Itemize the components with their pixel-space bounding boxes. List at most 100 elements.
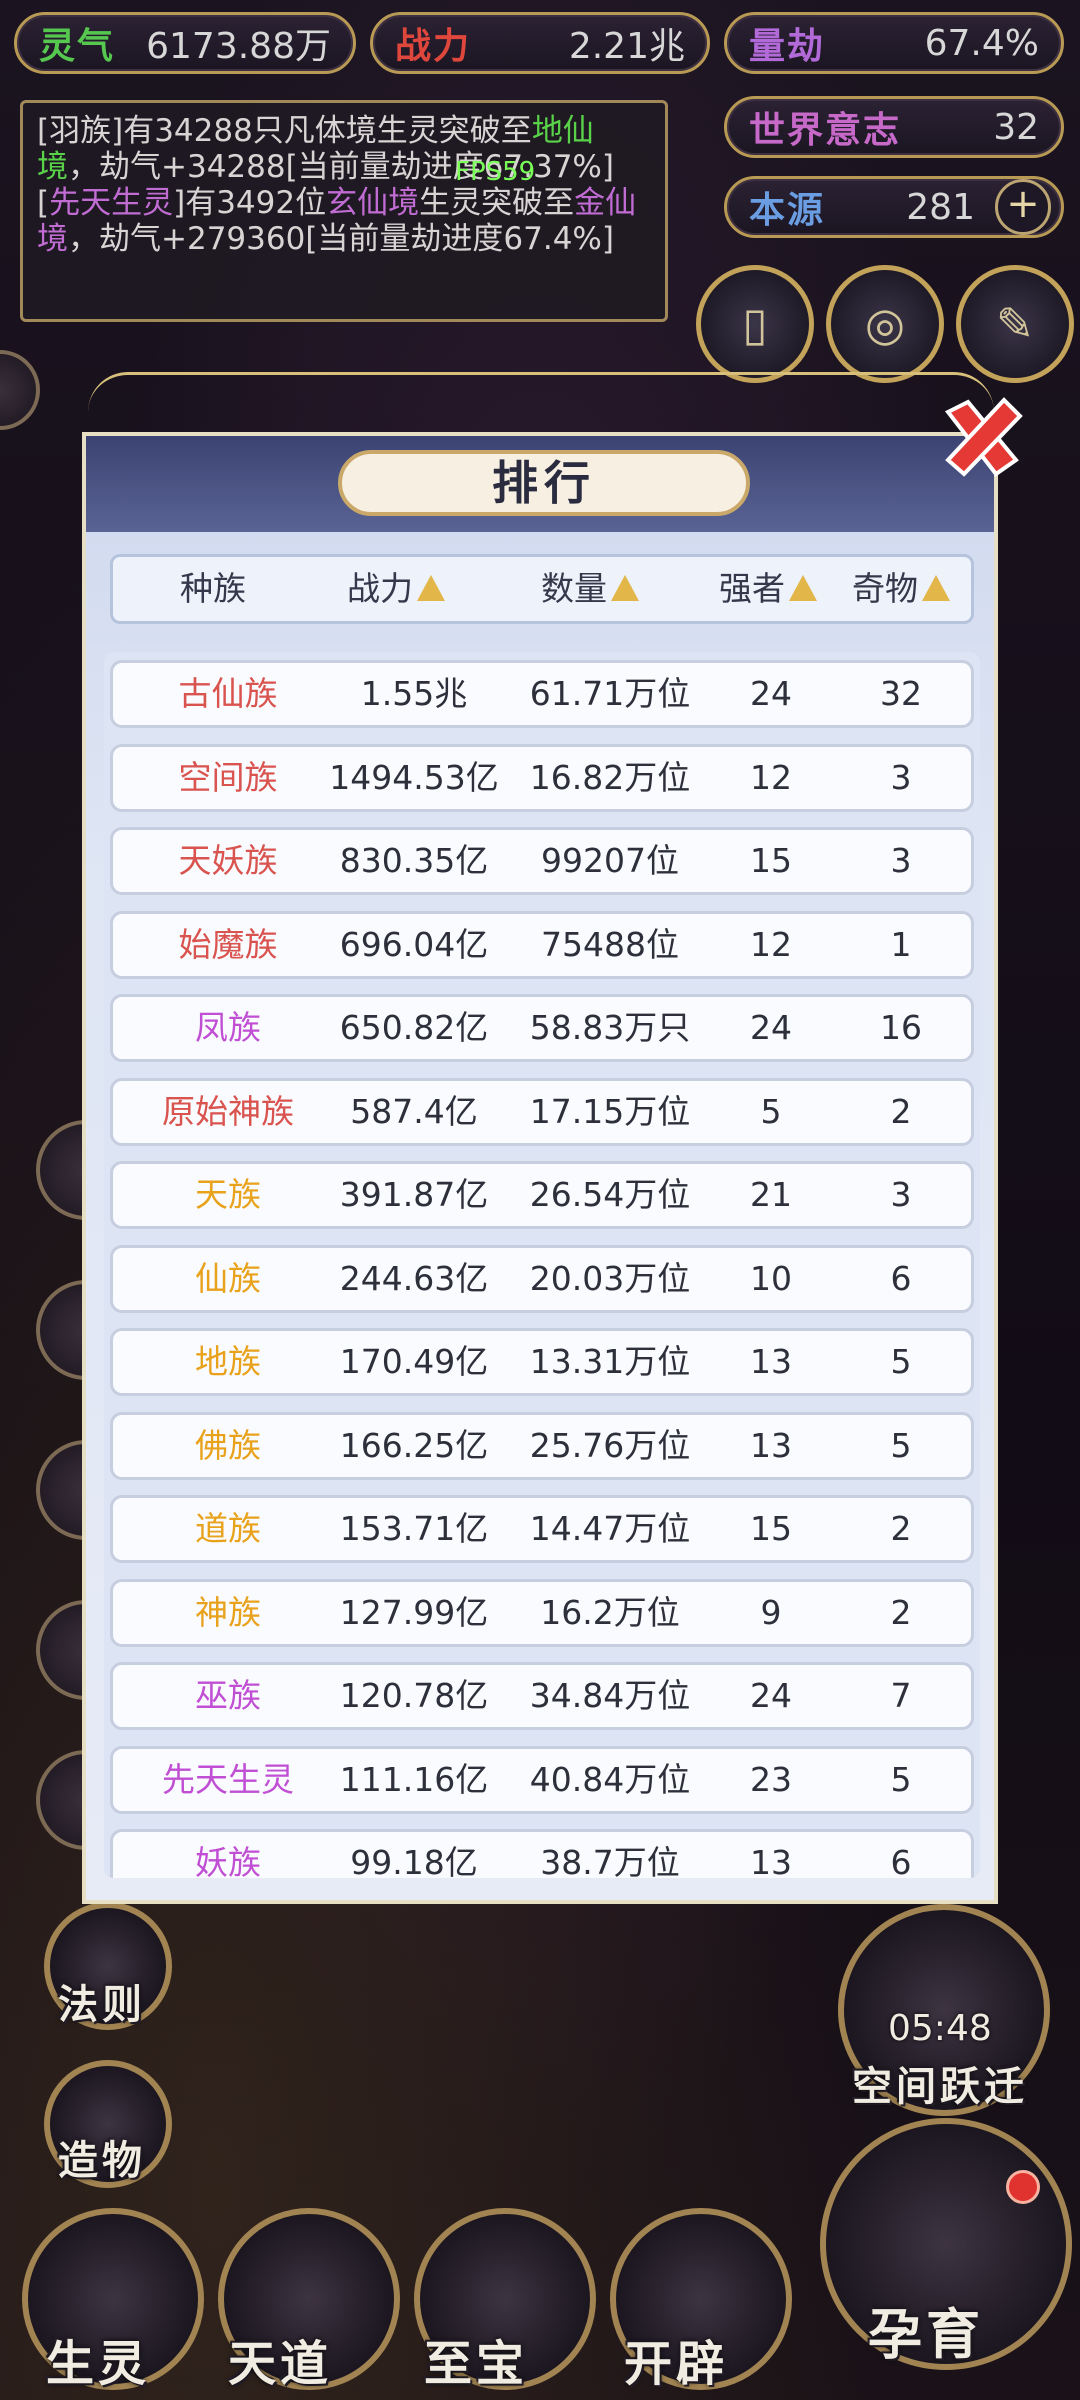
- world-will-bar: 世界意志 32: [724, 96, 1064, 158]
- col-count-header[interactable]: 数量: [525, 557, 655, 621]
- treasure-cell: 2: [890, 1509, 912, 1548]
- treasure-cell: 6: [890, 1843, 912, 1878]
- power-cell: 111.16亿: [339, 1759, 489, 1799]
- treasure-cell: 5: [890, 1425, 912, 1465]
- race-cell: 佛族: [195, 1425, 261, 1465]
- race-cell: 巫族: [195, 1676, 261, 1715]
- power-cell: 170.49亿: [339, 1342, 489, 1381]
- origin-value: 281: [906, 186, 975, 228]
- power-cell: 650.82亿: [339, 1008, 489, 1047]
- col-power-header[interactable]: 战力: [331, 557, 461, 621]
- treasure-cell: 3: [890, 841, 912, 880]
- table-row[interactable]: 先天生灵 111.16亿 40.84万位 23 5: [110, 1745, 974, 1814]
- count-cell: 17.15万位: [529, 1091, 691, 1131]
- table-row[interactable]: 古仙族 1.55兆 61.71万位 24 32: [110, 660, 974, 728]
- law-label: 法则: [58, 1982, 146, 2028]
- vortex-button[interactable]: ◎: [826, 265, 944, 383]
- sort-arrow-icon: [789, 574, 817, 601]
- ranking-list[interactable]: 古仙族 1.55兆 61.71万位 24 32 空间族 1494.53亿 16.82万位 12 3…: [104, 652, 980, 1878]
- add-origin-button[interactable]: +: [995, 179, 1051, 235]
- strong-cell: 12: [750, 757, 792, 797]
- treasure-cell: 3: [890, 757, 912, 797]
- count-cell: 40.84万位: [529, 1759, 691, 1799]
- origin-bar: 本源 281 +: [724, 176, 1064, 238]
- col-treasure-header[interactable]: 奇物: [841, 557, 961, 621]
- log-highlight: 先天生灵: [49, 185, 174, 221]
- table-row[interactable]: 佛族 166.25亿 25.76万位 13 5: [110, 1411, 974, 1480]
- table-row[interactable]: 道族 153.71亿 14.47万位 15 2: [110, 1495, 974, 1563]
- table-row[interactable]: 凤族 650.82亿 58.83万只 24 16: [110, 994, 974, 1062]
- log-text: [: [37, 185, 50, 221]
- strong-cell: 24: [750, 674, 792, 713]
- table-row[interactable]: 妖族 99.18亿 38.7万位 13 6: [110, 1829, 974, 1878]
- strong-cell: 21: [750, 1175, 792, 1214]
- treasure-cell: 2: [890, 1592, 912, 1632]
- sort-arrow-icon: [417, 574, 445, 601]
- race-cell: 凤族: [195, 1008, 261, 1047]
- race-cell: 地族: [195, 1342, 261, 1381]
- vortex-icon: ◎: [864, 297, 906, 351]
- calamity-value: 67.4%: [924, 22, 1039, 64]
- table-row[interactable]: 空间族 1494.53亿 16.82万位 12 3: [110, 743, 974, 812]
- col-strong-label: 强者: [719, 569, 785, 608]
- nav-open-label: 开辟: [624, 2336, 729, 2392]
- spirit-qi-bar: 灵气 6173.88万: [14, 12, 356, 74]
- close-button[interactable]: [934, 390, 1030, 486]
- table-row[interactable]: 始魔族 696.04亿 75488位 12 1: [110, 910, 974, 979]
- count-cell: 14.47万位: [529, 1509, 691, 1548]
- card-button[interactable]: ▯: [696, 265, 814, 383]
- table-row[interactable]: 巫族 120.78亿 34.84万位 24 7: [110, 1662, 974, 1730]
- race-cell: 空间族: [178, 757, 278, 797]
- space-jump-label: 空间跃迁: [852, 2064, 1028, 2110]
- col-strong-header[interactable]: 强者: [713, 557, 823, 621]
- close-icon: [944, 397, 1023, 477]
- modal-frame-decoration: [88, 372, 994, 435]
- table-row[interactable]: 仙族 244.63亿 20.03万位 10 6: [110, 1244, 974, 1313]
- power-cell: 696.04亿: [339, 924, 489, 964]
- sort-arrow-icon: [611, 574, 639, 601]
- scroll-button[interactable]: ✎: [956, 265, 1074, 383]
- race-cell: 古仙族: [178, 674, 278, 713]
- table-row[interactable]: 天妖族 830.35亿 99207位 15 3: [110, 827, 974, 895]
- power-cell: 391.87亿: [339, 1175, 489, 1214]
- table-row[interactable]: 地族 170.49亿 13.31万位 13 5: [110, 1328, 974, 1396]
- power-cell: 127.99亿: [339, 1592, 489, 1632]
- log-entry: [羽族]有34288只凡体境生灵突破至地仙境，劫气+34288[当前量劫进度67…: [37, 113, 651, 185]
- table-row[interactable]: 原始神族 587.4亿 17.15万位 5 2: [110, 1077, 974, 1146]
- world-will-value: 32: [993, 106, 1039, 148]
- race-cell: 天族: [195, 1175, 261, 1214]
- treasure-cell: 7: [890, 1676, 912, 1715]
- treasure-cell: 2: [890, 1091, 912, 1131]
- treasure-cell: 6: [890, 1258, 912, 1298]
- log-text: ]有3492位: [173, 185, 327, 221]
- race-cell: 先天生灵: [162, 1759, 294, 1799]
- count-cell: 38.7万位: [540, 1843, 680, 1878]
- race-cell: 妖族: [195, 1843, 261, 1878]
- strong-cell: 23: [750, 1759, 792, 1799]
- power-cell: 587.4亿: [350, 1091, 478, 1131]
- race-cell: 神族: [195, 1592, 261, 1632]
- log-text: ，劫气+279360[当前量劫进度67.4%]: [68, 221, 614, 257]
- fps-counter: FPS59: [455, 157, 536, 187]
- strong-cell: 24: [750, 1676, 792, 1715]
- race-cell: 天妖族: [178, 841, 278, 880]
- strong-cell: 15: [750, 841, 792, 880]
- nav-heaven-label: 天道: [228, 2336, 333, 2392]
- strong-cell: 5: [760, 1091, 782, 1131]
- strong-cell: 13: [750, 1425, 792, 1465]
- world-will-label: 世界意志: [749, 110, 902, 151]
- treasure-cell: 5: [890, 1759, 912, 1799]
- power-cell: 830.35亿: [339, 841, 489, 880]
- calamity-bar: 量劫 67.4%: [724, 12, 1064, 74]
- treasure-cell: 1: [890, 924, 912, 964]
- notification-dot: [1006, 2170, 1040, 2204]
- count-cell: 75488位: [541, 924, 679, 964]
- table-row[interactable]: 天族 391.87亿 26.54万位 21 3: [110, 1161, 974, 1229]
- log-text: 生灵突破至: [419, 185, 575, 221]
- col-power-label: 战力: [347, 569, 413, 608]
- modal-title: 排行: [338, 450, 750, 516]
- combat-power-label: 战力: [395, 26, 472, 67]
- nav-creatures-label: 生灵: [46, 2336, 151, 2392]
- treasure-cell: 3: [890, 1175, 912, 1214]
- table-row[interactable]: 神族 127.99亿 16.2万位 9 2: [110, 1578, 974, 1647]
